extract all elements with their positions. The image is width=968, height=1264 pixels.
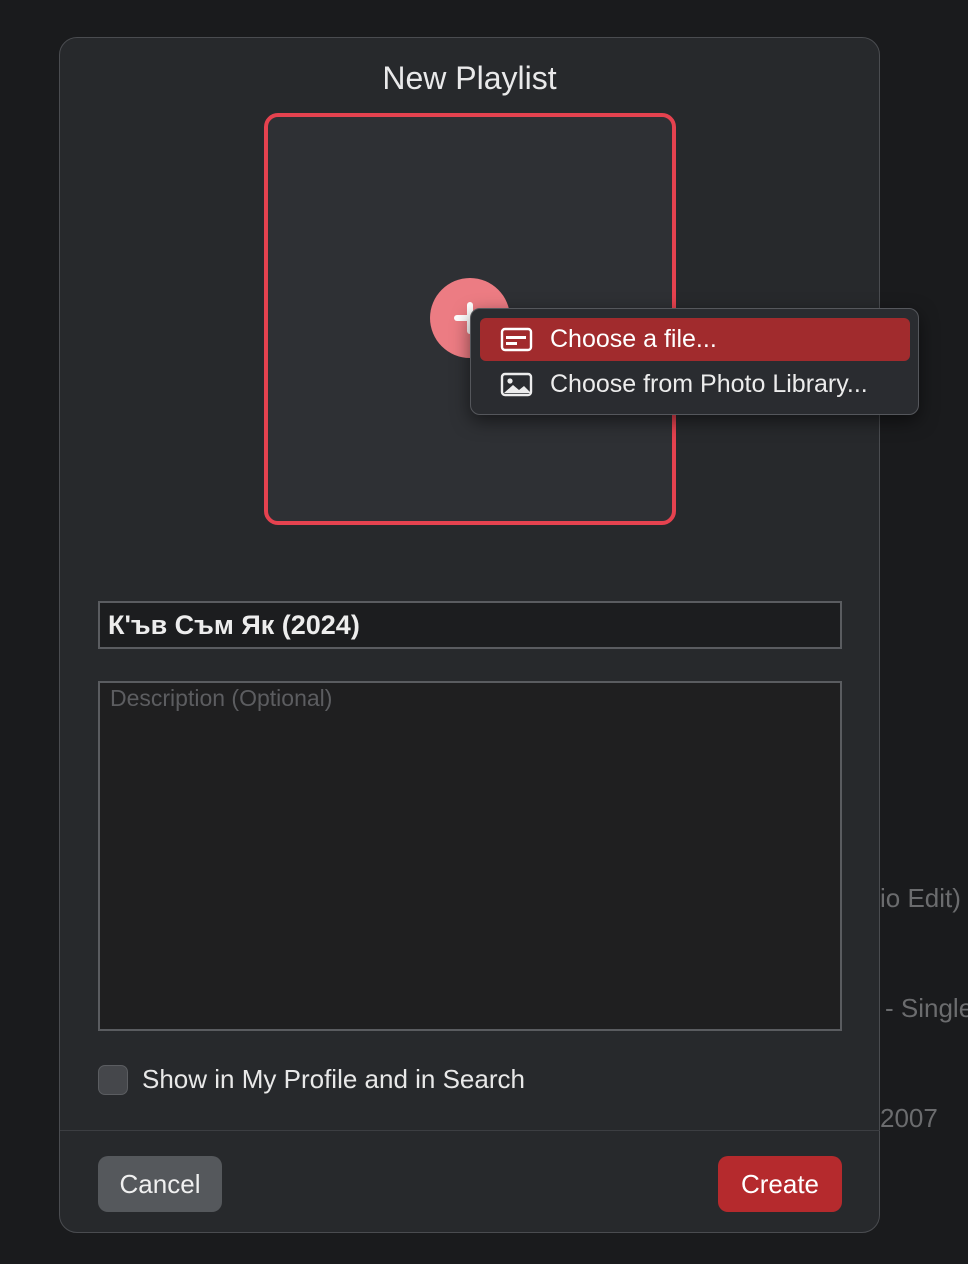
menu-item-label: Choose from Photo Library...: [550, 370, 868, 398]
menu-item-choose-photo-library[interactable]: Choose from Photo Library...: [480, 363, 910, 406]
file-icon: [500, 327, 534, 353]
description-field[interactable]: Description (Optional): [98, 681, 842, 1031]
menu-item-choose-file[interactable]: Choose a file...: [480, 318, 910, 361]
show-in-profile-checkbox[interactable]: [98, 1064, 128, 1095]
photo-icon: [500, 372, 534, 398]
cancel-button[interactable]: Cancel: [98, 1156, 222, 1212]
background-text-1: io Edit): [880, 883, 961, 913]
artwork-context-menu: Choose a file... Choose from Photo Libra…: [470, 308, 919, 415]
footer-divider: [60, 1130, 880, 1131]
background-text-2: - Single: [885, 993, 968, 1023]
show-in-profile-label: Show in My Profile and in Search: [142, 1064, 525, 1094]
create-button[interactable]: Create: [718, 1156, 842, 1212]
playlist-name-field[interactable]: К'ъв Съм Як (2024): [98, 601, 842, 649]
show-in-profile-option: Show in My Profile and in Search: [98, 1064, 525, 1095]
description-placeholder: Description (Optional): [110, 685, 333, 711]
dialog-title: New Playlist: [382, 60, 557, 96]
background-text-3: 2007: [880, 1103, 938, 1133]
menu-item-label: Choose a file...: [550, 325, 717, 353]
